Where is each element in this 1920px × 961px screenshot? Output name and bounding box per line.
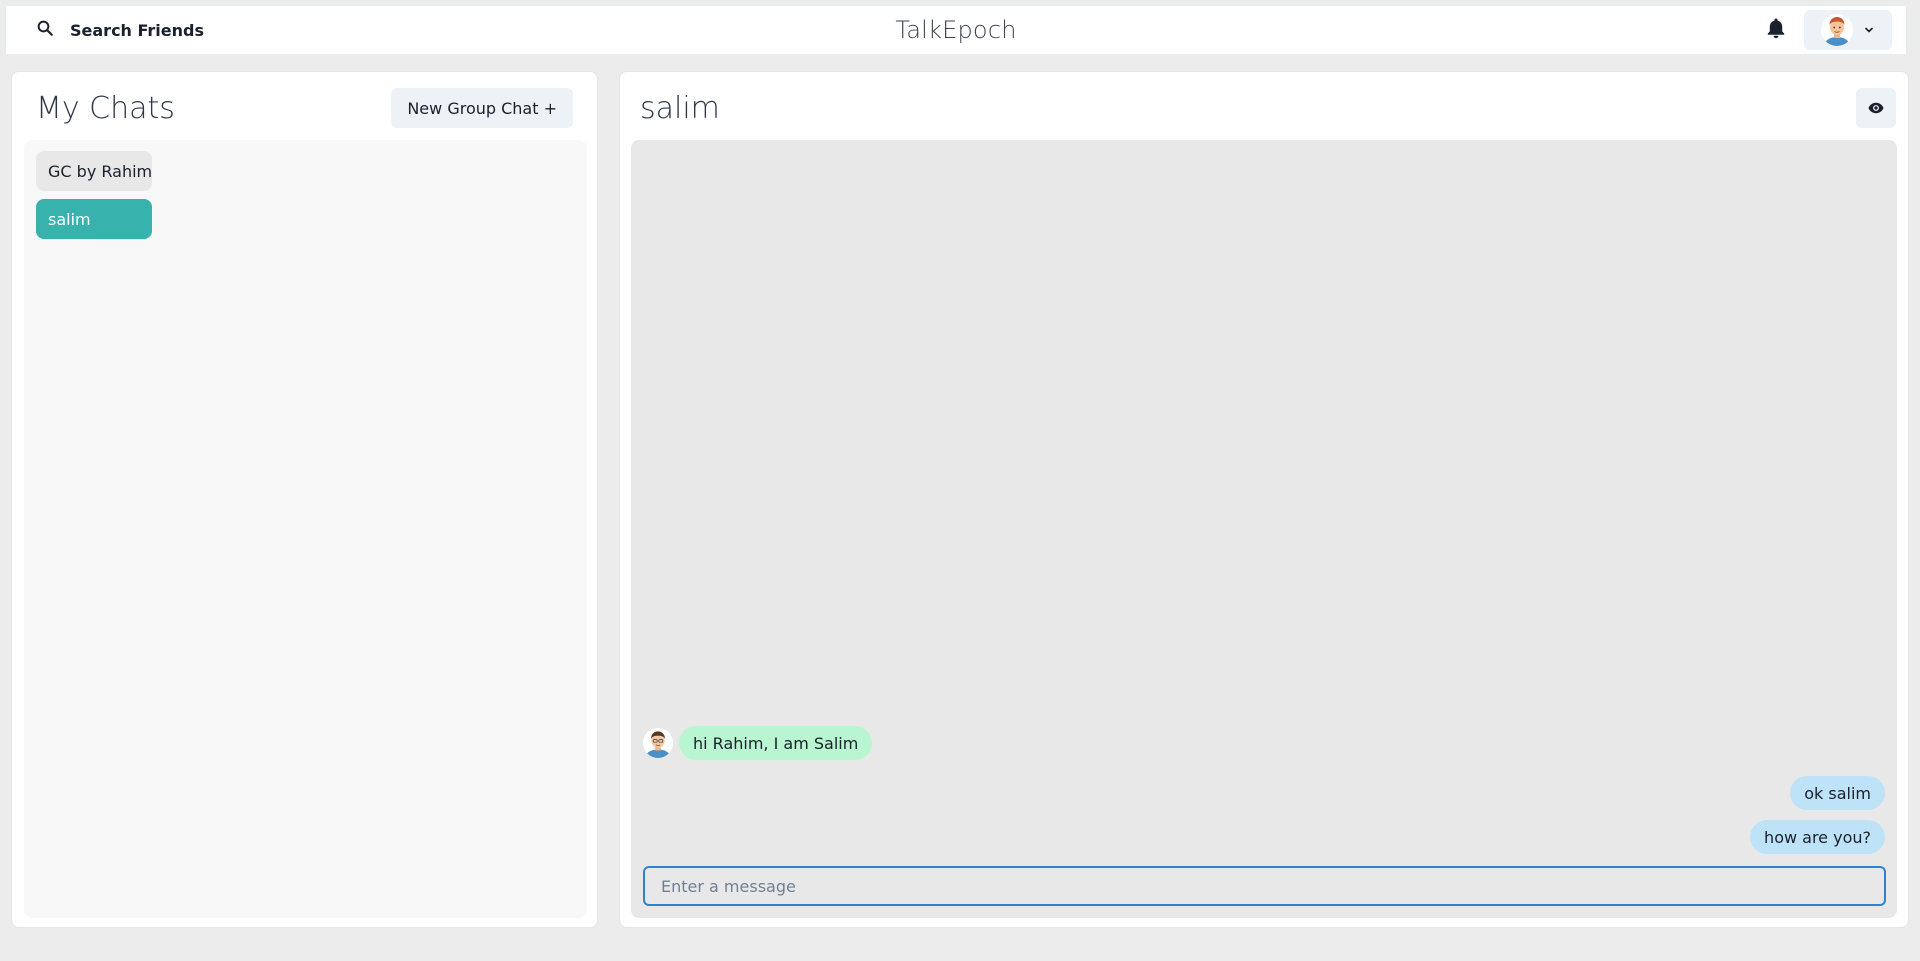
sender-avatar[interactable] (643, 728, 673, 758)
conversation-panel: salim hi Rahim, I am Salim ok salim how … (619, 71, 1909, 928)
top-right-controls (1762, 10, 1892, 50)
my-chats-title: My Chats (36, 90, 175, 126)
message-row: ok salim (1790, 776, 1885, 810)
eye-icon (1868, 99, 1884, 118)
message-bubble-incoming: hi Rahim, I am Salim (679, 726, 873, 760)
conversation-title: salim (640, 90, 720, 126)
message-row: how are you? (1750, 820, 1885, 854)
chat-item-salim[interactable]: salim (36, 199, 152, 239)
my-chats-header: My Chats New Group Chat + (36, 86, 573, 130)
view-profile-button[interactable] (1856, 88, 1896, 128)
my-chats-panel: My Chats New Group Chat + GC by Rahim sa… (11, 71, 598, 928)
search-icon (36, 19, 54, 41)
message-row: hi Rahim, I am Salim (643, 726, 873, 760)
message-bubble-outgoing: how are you? (1750, 820, 1885, 854)
conversation-header: salim (640, 86, 1896, 130)
bell-icon (1766, 17, 1786, 43)
chat-list: GC by Rahim salim (24, 140, 587, 918)
top-bar: Search Friends TalkEpoch (5, 5, 1907, 55)
message-input[interactable] (643, 866, 1886, 906)
chat-item-gc-by-rahim[interactable]: GC by Rahim (36, 151, 152, 191)
profile-menu-button[interactable] (1804, 10, 1892, 50)
search-friends-button[interactable]: Search Friends (28, 13, 212, 47)
new-group-chat-button[interactable]: New Group Chat + (391, 88, 573, 128)
message-bubble-outgoing: ok salim (1790, 776, 1885, 810)
search-friends-label: Search Friends (70, 20, 205, 40)
app-title: TalkEpoch (895, 16, 1017, 44)
notifications-button[interactable] (1762, 16, 1790, 44)
messages-area: hi Rahim, I am Salim ok salim how are yo… (631, 140, 1897, 918)
user-avatar (1821, 14, 1853, 46)
chevron-down-icon (1863, 21, 1875, 40)
